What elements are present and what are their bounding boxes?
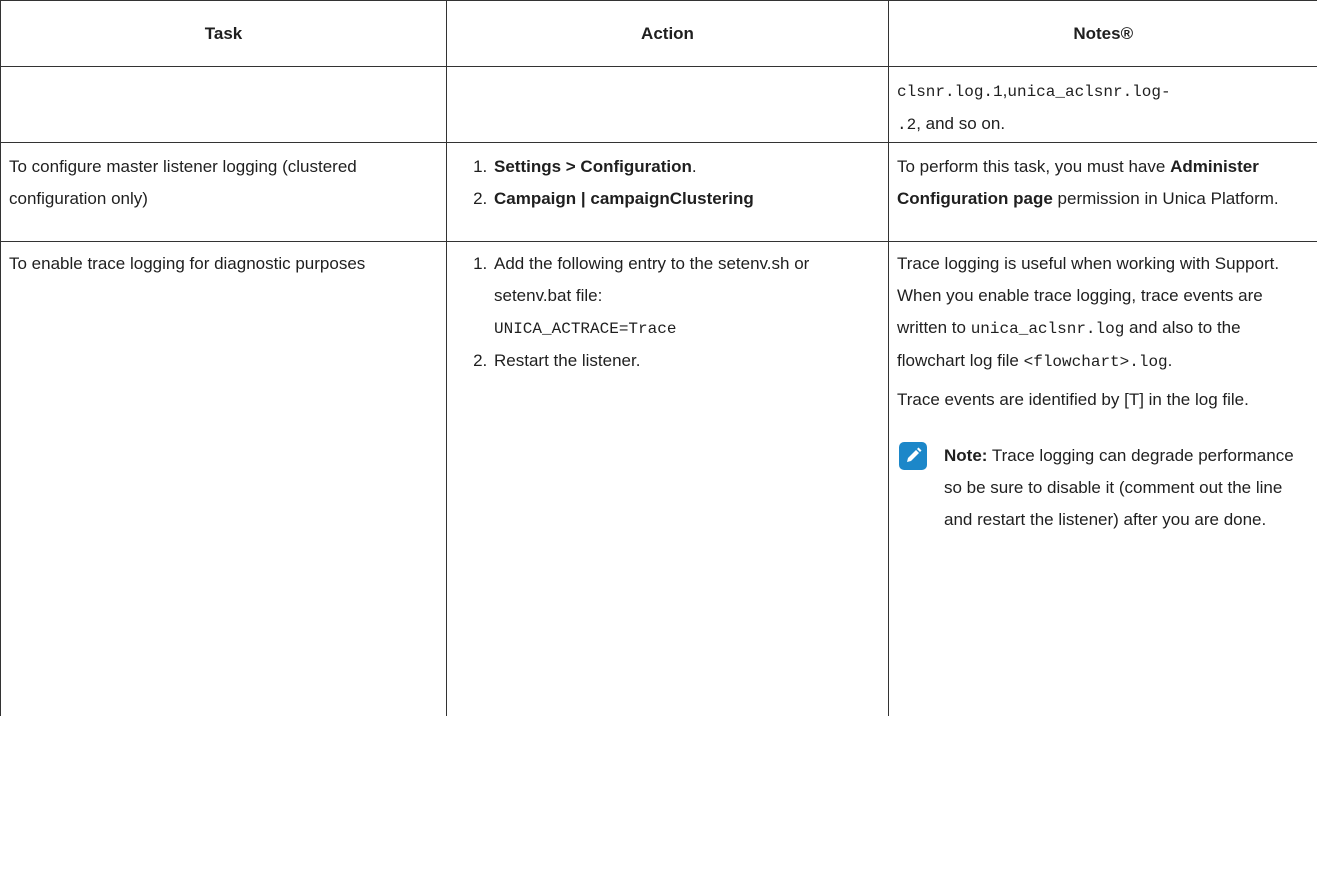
notes-text: permis­sion in Unica Platform. (1052, 189, 1279, 208)
note-body: Trace logging can de­grade performance s… (944, 446, 1294, 529)
task-cell: To enable trace logging for diagnostic p… (0, 241, 447, 716)
task-text: To enable trace logging for diagnostic p… (9, 254, 366, 273)
task-table: Task Action Notes® clsnr.log.1,unica_acl… (0, 0, 1317, 716)
pencil-note-icon (899, 442, 927, 470)
action-steps: Add the following entry to the setenv.sh… (455, 248, 880, 377)
code-text: UNICA_ACTRACE=Trace (494, 320, 677, 338)
header-task: Task (0, 0, 447, 67)
action-steps: Settings > Configuration. Campaign | cam… (455, 151, 880, 215)
step-text: Restart the listener. (494, 351, 641, 370)
step-item: Campaign | campaignCluster­ing (492, 183, 880, 215)
header-notes: Notes® (888, 0, 1317, 67)
note-callout: Note: Trace logging can de­grade perform… (897, 440, 1310, 536)
step-item: Add the following entry to the setenv.sh… (492, 248, 880, 345)
notes-text: . (1167, 351, 1173, 370)
table-row: To enable trace logging for diagnostic p… (0, 241, 1317, 716)
task-cell (0, 66, 447, 143)
notes-paragraph: Trace logging is useful when working wit… (897, 248, 1310, 378)
table-row: To configure master listener logging (cl… (0, 142, 1317, 242)
task-text: To configure master listener logging (cl… (9, 157, 357, 208)
action-cell: Settings > Configuration. Campaign | cam… (446, 142, 889, 242)
code-text: unica_aclsnr.log (970, 320, 1125, 338)
notes-text: , and so on. (916, 114, 1006, 133)
notes-cell: Trace logging is useful when working wit… (888, 241, 1317, 716)
note-text: Note: Trace logging can de­grade perform… (944, 440, 1310, 536)
menu-path: Campaign | campaignCluster­ing (494, 189, 754, 208)
step-item: Settings > Configuration. (492, 151, 880, 183)
code-text: .2 (897, 116, 917, 134)
header-row: Task Action Notes® (0, 0, 1317, 67)
code-text: clsnr.log.1 (897, 83, 1003, 101)
step-item: Restart the listener. (492, 345, 880, 377)
notes-paragraph: Trace events are identified by [T] in th… (897, 390, 1249, 409)
step-text: Add the following entry to the setenv.sh… (494, 254, 810, 305)
notes-text: To perform this task, you must have (897, 157, 1171, 176)
task-cell: To configure master listener logging (cl… (0, 142, 447, 242)
code-text: unica_aclsnr.log- (1007, 83, 1171, 101)
note-label: Note: (944, 446, 988, 465)
notes-cell: clsnr.log.1,unica_aclsnr.log- .2, and so… (888, 66, 1317, 143)
code-text: <flowchart>.log (1023, 353, 1168, 371)
header-action: Action (446, 0, 889, 67)
table-row: clsnr.log.1,unica_aclsnr.log- .2, and so… (0, 66, 1317, 143)
step-text: . (691, 157, 697, 176)
notes-cell: To perform this task, you must have Admi… (888, 142, 1317, 242)
action-cell (446, 66, 889, 143)
action-cell: Add the following entry to the setenv.sh… (446, 241, 889, 716)
menu-path: Settings > Configuration (494, 157, 692, 176)
